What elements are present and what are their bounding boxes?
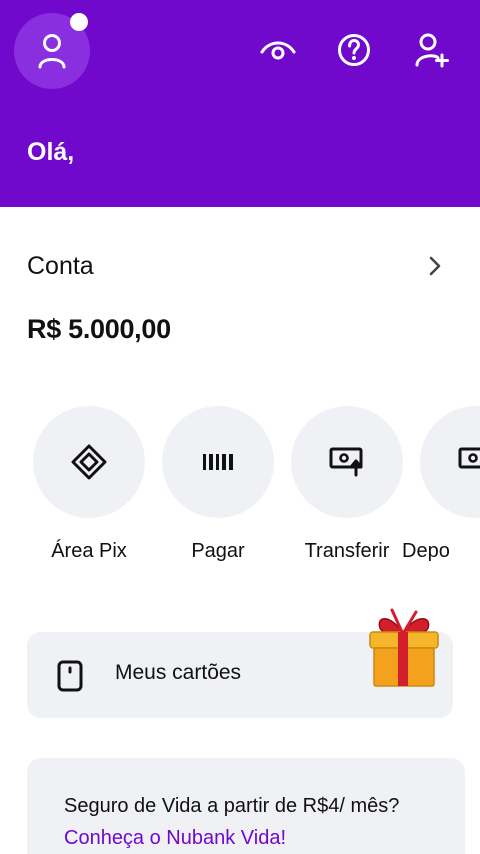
deposit-icon [458,447,480,469]
promo-text: Seguro de Vida a partir de R$4/ mês? Con… [64,790,424,854]
user-icon [38,34,66,69]
promo-message: Seguro de Vida a partir de R$4/ mês? [64,795,400,817]
promo-link[interactable]: Conheça o Nubank Vida! [64,827,286,849]
account-balance: R$ 5.000,00 [27,314,171,344]
transfer-icon [329,447,363,477]
chevron-right-icon [429,256,441,276]
greeting-text: Olá, [27,138,75,166]
action-transfer-label: Transferir [304,540,390,562]
life-insurance-promo-card[interactable]: Seguro de Vida a partir de R$4/ mês? Con… [27,758,465,854]
account-details-button[interactable] [422,252,448,280]
account-title[interactable]: Conta [27,252,94,281]
toggle-balance-visibility-button[interactable] [258,30,298,70]
barcode-icon [203,454,233,470]
invite-user-icon [415,33,449,68]
my-cards-label: Meus cartões [115,661,242,684]
notification-dot [70,13,88,31]
help-icon [338,34,370,66]
gift-icon[interactable] [364,606,442,690]
action-pay[interactable]: Pagar [162,406,274,562]
pix-icon [71,444,107,480]
action-transfer[interactable]: Transferir [291,406,403,562]
action-pix[interactable]: Área Pix [33,406,145,562]
card-icon [57,660,83,692]
invite-friends-button[interactable] [412,30,452,70]
action-deposit[interactable]: Depo [402,406,480,562]
action-deposit-label: Depo [402,540,450,562]
eye-icon [260,41,296,60]
help-button[interactable] [334,30,374,70]
header: Olá, [0,0,480,207]
